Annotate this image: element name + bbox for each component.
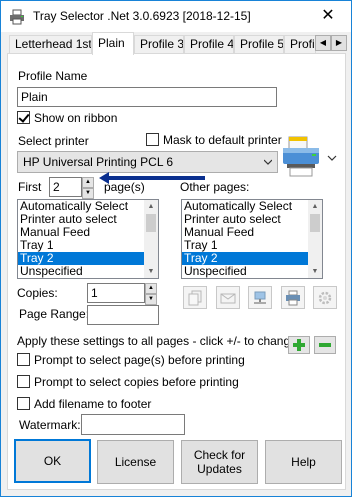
tab-strip: Letterhead 1st Plain Profile 3 Profile 4… — [5, 32, 349, 55]
copies-spinner[interactable]: ▲ ▼ — [145, 283, 157, 305]
add-button[interactable] — [288, 336, 310, 354]
prompt-copies-checkbox[interactable] — [17, 375, 30, 388]
list-item[interactable]: Unspecified — [18, 265, 158, 278]
mask-default-printer-label: Mask to default printer — [163, 133, 282, 147]
add-filename-checkbox[interactable] — [17, 397, 30, 410]
pages-unit-label: page(s) — [104, 180, 145, 194]
printer-icon — [283, 136, 337, 177]
chevron-right-icon: ▶ — [335, 38, 343, 47]
tab-scroll-left-button[interactable]: ◀ — [315, 35, 331, 51]
license-button[interactable]: License — [97, 440, 174, 484]
select-printer-label: Select printer — [18, 134, 89, 148]
scroll-thumb[interactable] — [310, 214, 320, 232]
apply-settings-label: Apply these settings to all pages - clic… — [17, 334, 297, 348]
ok-button[interactable]: OK — [14, 439, 91, 483]
ok-button-label: OK — [43, 454, 62, 468]
tab-panel-plain: Profile Name Plain Show on ribbon Select… — [7, 53, 346, 490]
scroll-down-icon[interactable]: ▼ — [144, 265, 158, 278]
printer-select[interactable]: HP Universal Printing PCL 6 — [17, 151, 278, 173]
help-button-label: Help — [291, 455, 316, 469]
printer-app-icon — [10, 9, 24, 25]
spin-up-icon[interactable]: ▲ — [145, 283, 157, 294]
tab-profile-3[interactable]: Profile 3 — [134, 35, 184, 54]
tab-scroll-right-button[interactable]: ▶ — [331, 35, 347, 51]
spin-up-icon[interactable]: ▲ — [82, 177, 94, 188]
first-pages-spinner[interactable]: ▲ ▼ — [82, 177, 94, 199]
check-for-updates-button[interactable]: Check for Updates — [181, 440, 258, 484]
prompt-copies-label: Prompt to select copies before printing — [34, 375, 239, 389]
settings-button[interactable] — [313, 286, 337, 309]
close-icon: ✕ — [321, 7, 335, 24]
printer-properties-button[interactable] — [281, 286, 305, 309]
window-title: Tray Selector .Net 3.0.6923 [2018-12-15] — [33, 9, 251, 23]
show-on-ribbon-label: Show on ribbon — [34, 111, 118, 125]
first-tray-list[interactable]: Automatically Select Printer auto select… — [17, 199, 159, 279]
close-button[interactable]: ✕ — [305, 1, 351, 31]
plus-icon — [293, 339, 305, 351]
chevron-down-icon — [264, 159, 272, 165]
copies-input[interactable]: 1 — [87, 283, 145, 303]
spin-down-icon[interactable]: ▼ — [82, 188, 94, 199]
check-updates-label-line2: Updates — [197, 462, 242, 476]
license-button-label: License — [114, 455, 157, 469]
copies-label: Copies: — [17, 286, 58, 300]
tab-profile-6[interactable]: Profi — [284, 35, 316, 54]
prompt-pages-label: Prompt to select page(s) before printing — [34, 353, 245, 367]
envelope-button[interactable] — [216, 286, 240, 309]
tab-plain[interactable]: Plain — [92, 32, 134, 55]
list-item[interactable]: Unspecified — [182, 265, 322, 278]
scroll-up-icon[interactable]: ▲ — [144, 200, 158, 213]
page-range-input[interactable] — [87, 305, 159, 325]
scroll-down-icon[interactable]: ▼ — [308, 265, 322, 278]
scroll-up-icon[interactable]: ▲ — [308, 200, 322, 213]
printer-select-value: HP Universal Printing PCL 6 — [23, 155, 174, 169]
tab-profile-5[interactable]: Profile 5 — [234, 35, 284, 54]
remove-button[interactable] — [314, 336, 336, 354]
copy-settings-button[interactable] — [183, 286, 207, 309]
other-tray-scrollbar[interactable]: ▲ ▼ — [308, 200, 322, 278]
watermark-label: Watermark: — [19, 418, 81, 432]
scroll-thumb[interactable] — [146, 214, 156, 232]
envelope-icon — [220, 293, 236, 304]
profile-name-label: Profile Name — [18, 69, 88, 83]
prompt-pages-checkbox[interactable] — [17, 353, 30, 366]
profile-name-input[interactable]: Plain — [17, 87, 277, 107]
chevron-left-icon: ◀ — [319, 38, 327, 47]
tab-profile-4[interactable]: Profile 4 — [184, 35, 234, 54]
printer-image-select[interactable] — [280, 134, 340, 180]
mask-default-printer-checkbox[interactable] — [146, 133, 159, 146]
first-tray-scrollbar[interactable]: ▲ ▼ — [144, 200, 158, 278]
minus-icon — [319, 343, 331, 347]
copy-pages-icon — [188, 290, 202, 306]
help-button[interactable]: Help — [265, 440, 342, 484]
network-button[interactable] — [248, 286, 272, 309]
check-updates-label-line1: Check for — [193, 448, 246, 462]
watermark-input[interactable] — [81, 414, 185, 435]
tab-letterhead-1st[interactable]: Letterhead 1st — [9, 35, 92, 54]
title-bar: Tray Selector .Net 3.0.6923 [2018-12-15]… — [1, 1, 351, 32]
first-label: First — [18, 180, 42, 194]
other-tray-list[interactable]: Automatically Select Printer auto select… — [181, 199, 323, 279]
spin-down-icon[interactable]: ▼ — [145, 294, 157, 305]
printer-small-icon — [286, 290, 300, 306]
page-range-label: Page Range: — [19, 307, 90, 321]
add-filename-label: Add filename to footer — [34, 397, 152, 411]
gear-icon — [318, 291, 332, 305]
show-on-ribbon-checkbox[interactable] — [17, 111, 30, 124]
first-pages-input[interactable]: 2 — [49, 177, 82, 197]
other-pages-label: Other pages: — [180, 180, 250, 194]
network-icon — [254, 291, 266, 304]
app-window: Tray Selector .Net 3.0.6923 [2018-12-15]… — [0, 0, 352, 497]
